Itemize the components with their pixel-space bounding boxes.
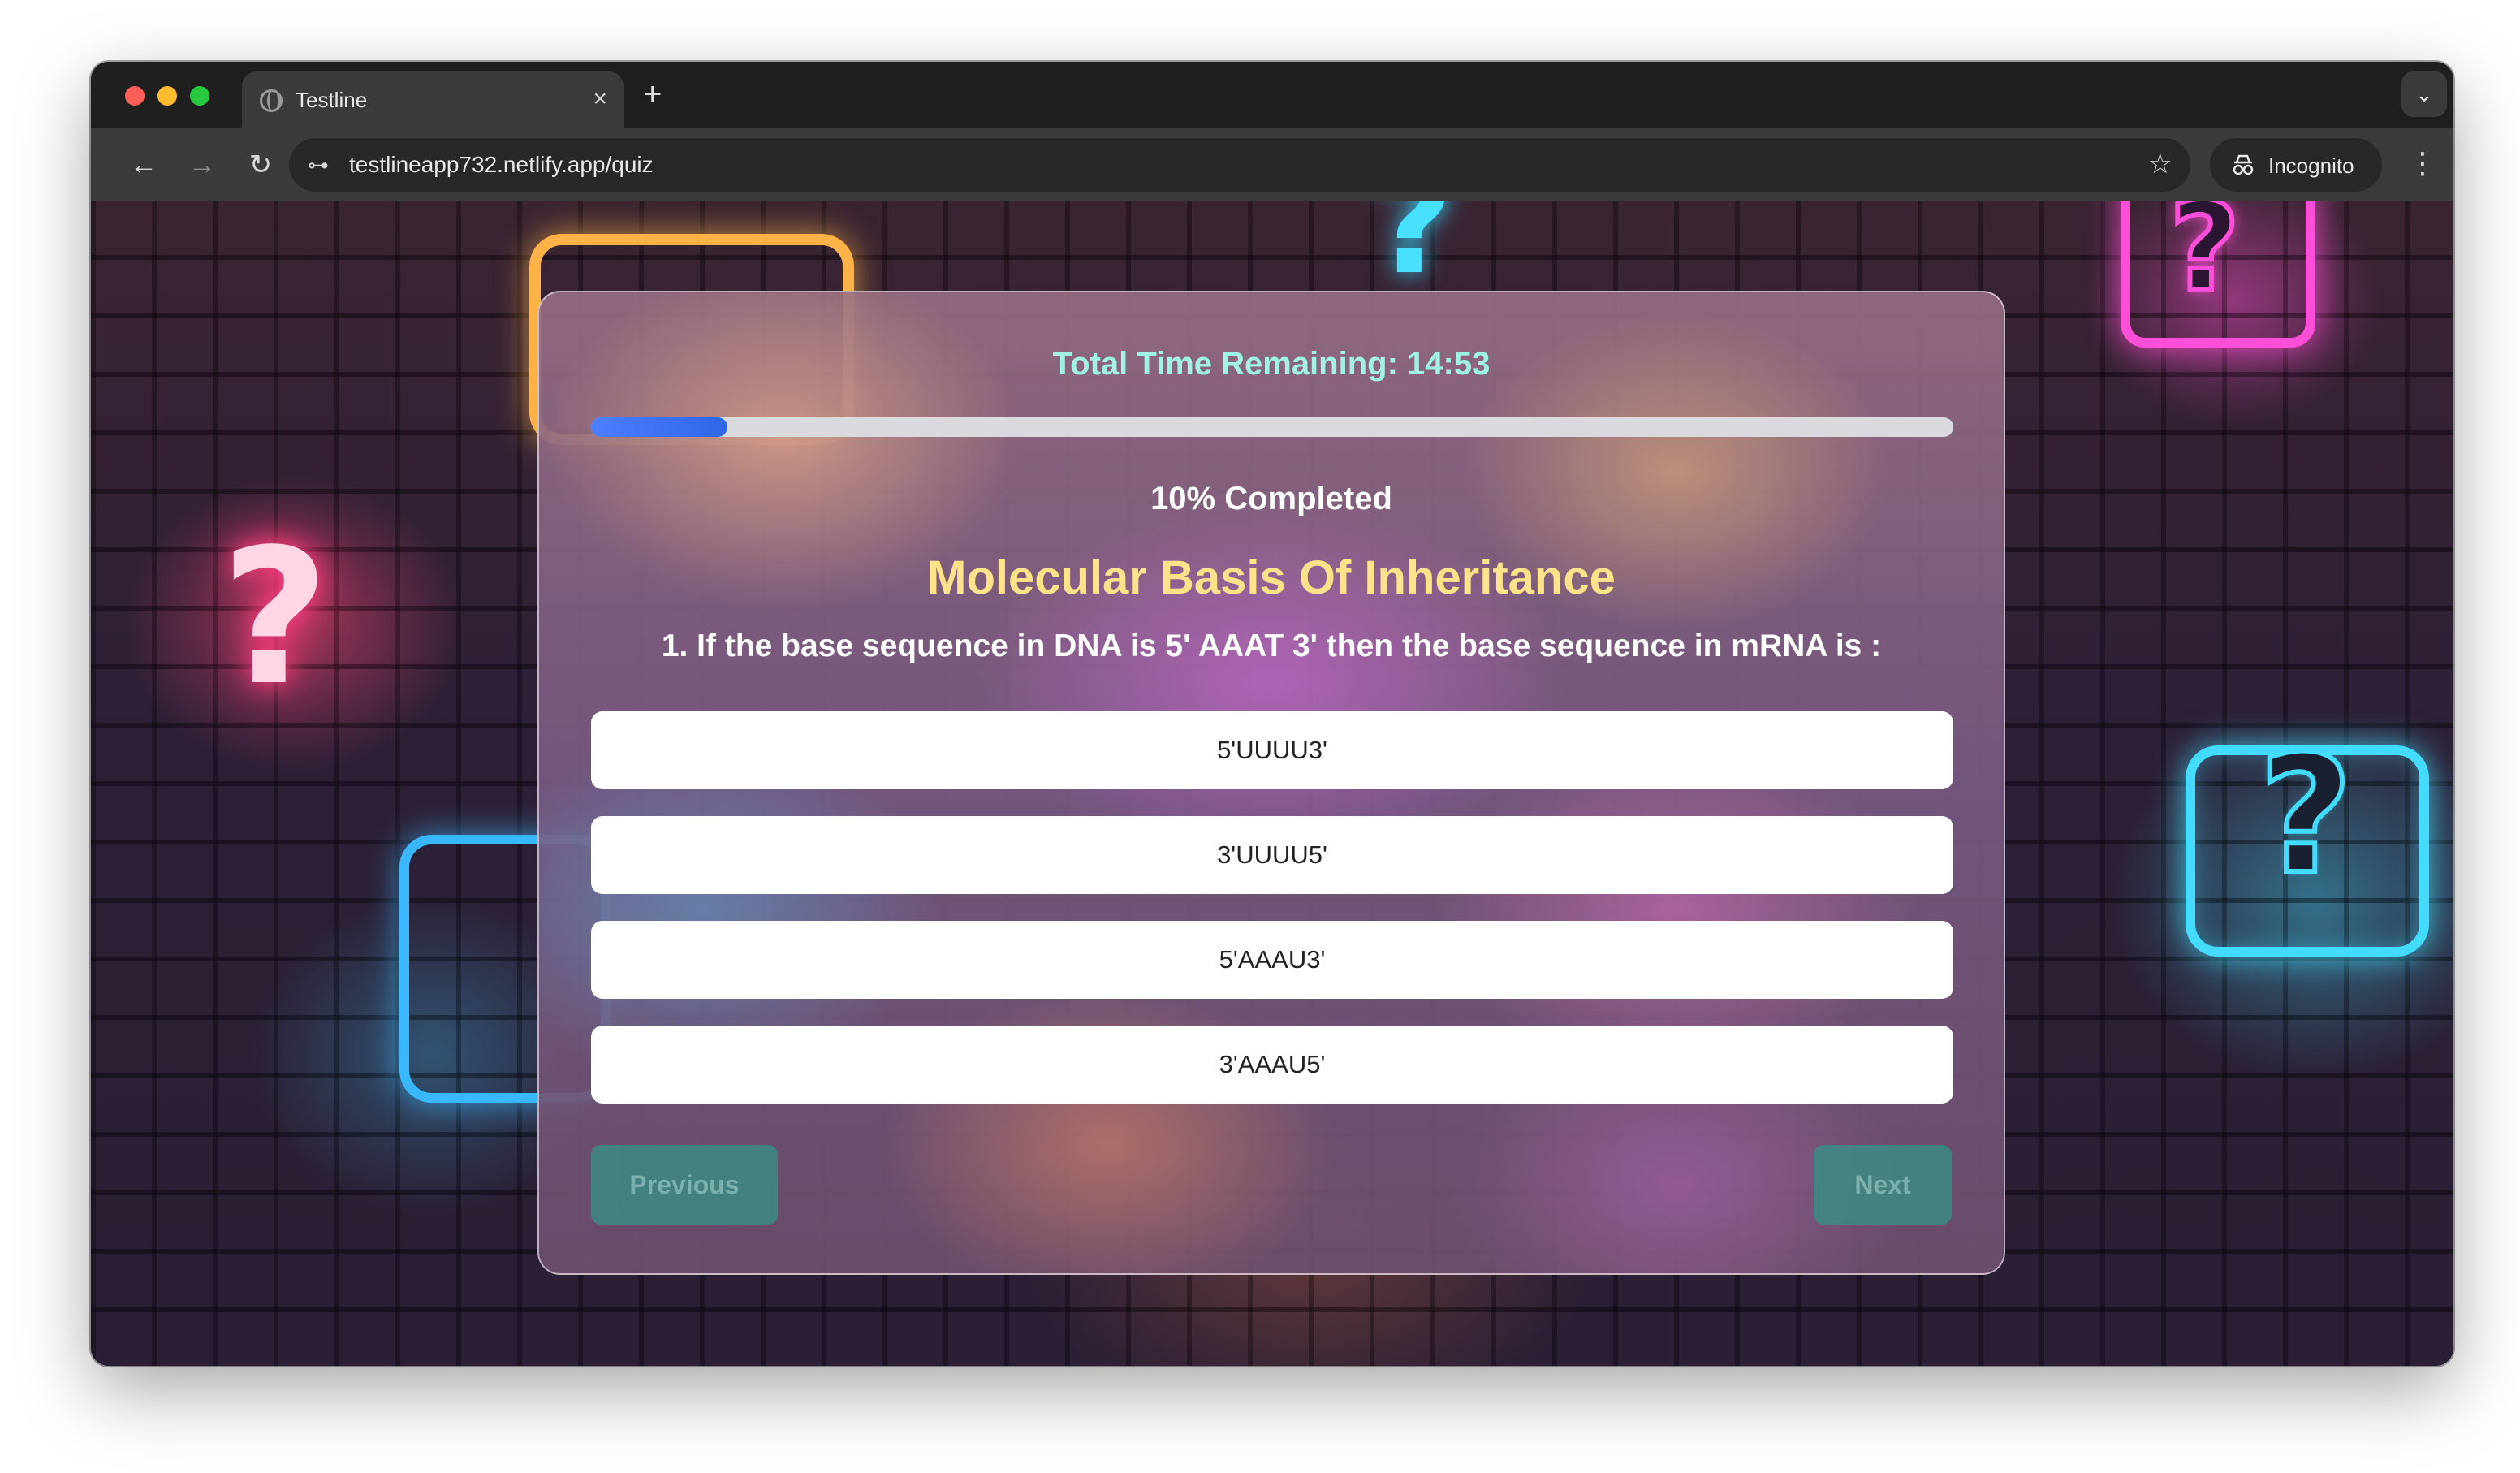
- forward-arrow-icon[interactable]: →: [182, 145, 222, 185]
- tab-close-icon[interactable]: ×: [593, 84, 607, 114]
- tab-title: Testline: [296, 88, 368, 112]
- answer-option-4[interactable]: 3'AAAU5': [591, 1026, 1953, 1104]
- next-button[interactable]: Next: [1814, 1145, 1952, 1225]
- zoom-window-icon[interactable]: [190, 86, 209, 106]
- neon-question-mark-icon: ?: [2167, 201, 2242, 321]
- quiz-subject-title: Molecular Basis Of Inheritance: [927, 551, 1616, 604]
- previous-button[interactable]: Previous: [591, 1145, 778, 1225]
- browser-window: Testline × + ⌄ ← → ↻ ⊶ testlineapp732.ne…: [91, 62, 2453, 1366]
- progress-label: 10% Completed: [1150, 481, 1392, 516]
- incognito-indicator[interactable]: Incognito: [2210, 138, 2382, 192]
- site-info-icon[interactable]: ⊶: [304, 150, 333, 179]
- new-tab-button[interactable]: +: [643, 76, 662, 112]
- incognito-label: Incognito: [2268, 153, 2354, 178]
- browser-tab-testline[interactable]: Testline ×: [242, 71, 624, 128]
- time-remaining: Total Time Remaining: 14:53: [1052, 346, 1491, 382]
- tab-search-dropdown-icon[interactable]: ⌄: [2401, 71, 2447, 117]
- progress-bar: [591, 417, 1953, 437]
- neon-question-mark-icon: ?: [1374, 201, 1454, 305]
- answer-option-1[interactable]: 5'UUUU3': [591, 711, 1953, 789]
- tab-bar: Testline × + ⌄: [91, 62, 2453, 128]
- quiz-card: Total Time Remaining: 14:53 10% Complete…: [537, 291, 2005, 1275]
- progress-bar-fill: [591, 417, 727, 437]
- answer-option-2[interactable]: 3'UUUU5': [591, 816, 1953, 894]
- incognito-icon: [2233, 154, 2254, 175]
- question-text: 1. If the base sequence in DNA is 5' AAA…: [661, 629, 1882, 663]
- url-text[interactable]: testlineapp732.netlify.app/quiz: [349, 152, 654, 178]
- answer-option-3[interactable]: 5'AAAU3': [591, 921, 1953, 999]
- neon-question-mark-icon: ?: [2256, 719, 2355, 913]
- minimize-window-icon[interactable]: [158, 86, 177, 106]
- neon-question-mark-icon: ?: [221, 510, 330, 727]
- close-window-icon[interactable]: [125, 86, 145, 106]
- globe-icon: [260, 89, 283, 112]
- page-viewport: ? ? ? ? Total Time Remaining: 14:53 10% …: [91, 201, 2453, 1366]
- browser-menu-icon[interactable]: ⋮: [2408, 143, 2437, 184]
- address-bar[interactable]: ⊶ testlineapp732.netlify.app/quiz ☆: [289, 138, 2190, 192]
- bookmark-star-icon[interactable]: ☆: [2148, 148, 2173, 180]
- browser-toolbar: ← → ↻ ⊶ testlineapp732.netlify.app/quiz …: [91, 128, 2453, 201]
- back-arrow-icon[interactable]: ←: [123, 145, 164, 185]
- reload-icon[interactable]: ↻: [240, 145, 281, 185]
